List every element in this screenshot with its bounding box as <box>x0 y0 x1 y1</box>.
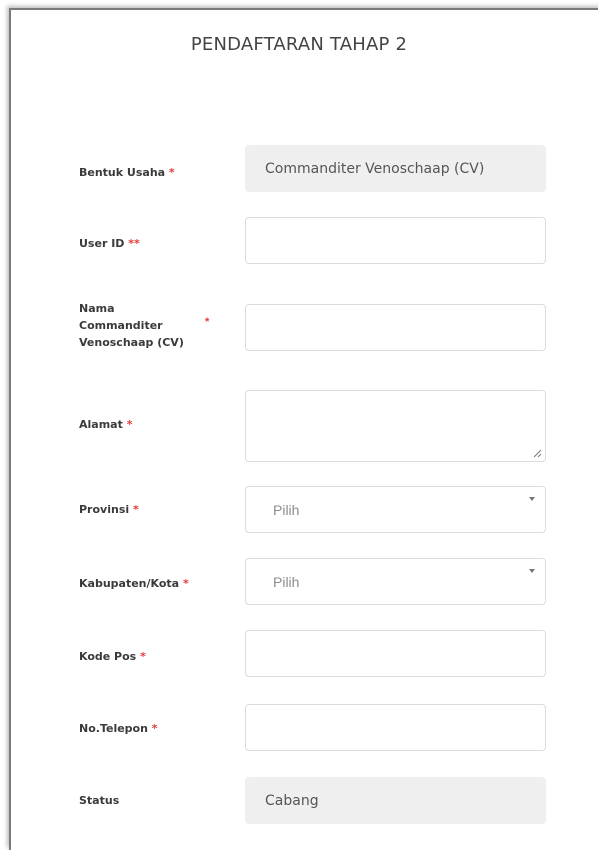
nama-cv-label: Nama Commanditer Venoschaap (CV) <box>79 300 184 351</box>
page-title: PENDAFTARAN TAHAP 2 <box>190 34 408 55</box>
kabupaten-kota-label-text: Kabupaten/Kota <box>79 577 180 590</box>
nama-cv-input[interactable] <box>245 304 546 351</box>
kode-pos-label: Kode Pos * <box>79 648 146 665</box>
required-marker: ** <box>128 237 140 250</box>
chevron-down-icon <box>529 569 535 573</box>
provinsi-select[interactable]: Pilih <box>245 486 546 533</box>
no-telepon-label: No.Telepon * <box>79 720 158 737</box>
kabupaten-kota-select-value: Pilih <box>273 574 300 590</box>
no-telepon-label-text: No.Telepon <box>79 722 148 735</box>
alamat-label: Alamat * <box>79 416 132 433</box>
required-marker: * <box>140 650 146 663</box>
user-id-label: User ID ** <box>79 235 140 252</box>
kode-pos-label-text: Kode Pos <box>79 650 137 663</box>
required-marker: * <box>126 418 133 431</box>
resize-handle-icon[interactable] <box>533 449 542 458</box>
bentuk-usaha-label-text: Bentuk Usaha <box>79 166 166 179</box>
nama-cv-label-line: Venoschaap (CV) <box>79 336 184 349</box>
nama-cv-label-line: Nama <box>79 302 115 315</box>
required-marker: * <box>132 503 139 516</box>
kabupaten-kota-label: Kabupaten/Kota * <box>79 575 189 592</box>
kabupaten-kota-select[interactable]: Pilih <box>245 558 546 605</box>
required-marker: * <box>205 316 210 328</box>
status-label: Status <box>79 792 119 809</box>
provinsi-label-text: Provinsi <box>79 503 130 516</box>
kode-pos-input[interactable] <box>245 630 546 677</box>
status-field: Cabang <box>245 777 546 824</box>
alamat-textarea[interactable] <box>245 390 546 462</box>
required-marker: * <box>151 722 158 735</box>
required-marker: * <box>168 166 175 179</box>
alamat-label-text: Alamat <box>79 418 123 431</box>
user-id-input[interactable] <box>245 217 546 264</box>
bentuk-usaha-field: Commanditer Venoschaap (CV) <box>245 145 546 192</box>
nama-cv-label-line: Commanditer <box>79 319 163 332</box>
bentuk-usaha-label: Bentuk Usaha * <box>79 164 175 181</box>
provinsi-label: Provinsi * <box>79 501 139 518</box>
chevron-down-icon <box>529 497 535 501</box>
no-telepon-input[interactable] <box>245 704 546 751</box>
status-label-text: Status <box>79 794 120 807</box>
user-id-label-text: User ID <box>79 237 125 250</box>
provinsi-select-value: Pilih <box>273 502 300 518</box>
required-marker: * <box>182 577 189 590</box>
